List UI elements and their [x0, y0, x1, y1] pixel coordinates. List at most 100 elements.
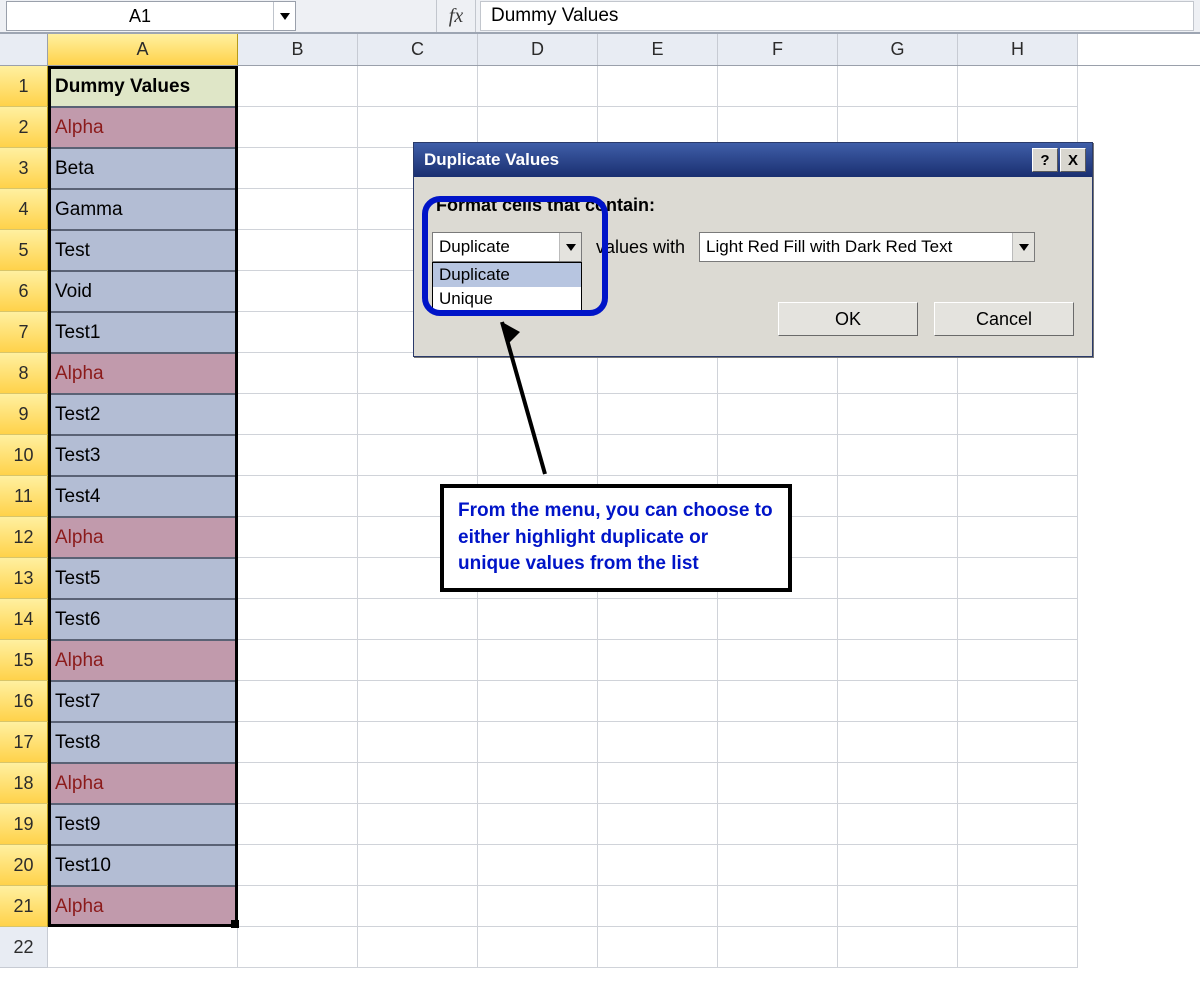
cell[interactable] [838, 763, 958, 804]
cell-A5[interactable]: Test [48, 230, 238, 271]
cell[interactable] [358, 886, 478, 927]
cell[interactable] [238, 763, 358, 804]
column-header-G[interactable]: G [838, 34, 958, 65]
cell[interactable] [358, 845, 478, 886]
cell[interactable] [238, 640, 358, 681]
cell[interactable] [958, 66, 1078, 107]
cell[interactable] [478, 681, 598, 722]
cell[interactable] [958, 927, 1078, 968]
cell[interactable] [958, 640, 1078, 681]
cell[interactable] [598, 804, 718, 845]
cell[interactable] [478, 599, 598, 640]
cell-A13[interactable]: Test5 [48, 558, 238, 599]
cell[interactable] [958, 804, 1078, 845]
cell[interactable] [958, 886, 1078, 927]
row-header[interactable]: 4 [0, 189, 48, 230]
cell[interactable] [958, 763, 1078, 804]
cell[interactable] [358, 353, 478, 394]
cell[interactable] [958, 599, 1078, 640]
chevron-down-icon[interactable] [1012, 233, 1034, 261]
cell[interactable] [718, 845, 838, 886]
type-option-duplicate[interactable]: Duplicate [433, 263, 581, 287]
type-option-unique[interactable]: Unique [433, 287, 581, 311]
formula-input[interactable]: Dummy Values [480, 1, 1194, 31]
row-header[interactable]: 11 [0, 476, 48, 517]
cell[interactable] [958, 394, 1078, 435]
cell-A11[interactable]: Test4 [48, 476, 238, 517]
cell[interactable] [838, 435, 958, 476]
cell[interactable] [238, 435, 358, 476]
row-header[interactable]: 14 [0, 599, 48, 640]
cell[interactable] [598, 927, 718, 968]
type-select-box[interactable]: Duplicate [432, 232, 582, 262]
cell[interactable] [718, 804, 838, 845]
column-header-E[interactable]: E [598, 34, 718, 65]
cell[interactable] [958, 517, 1078, 558]
cell-A9[interactable]: Test2 [48, 394, 238, 435]
dialog-close-button[interactable]: X [1060, 148, 1086, 172]
fx-label[interactable]: fx [436, 0, 476, 32]
cell-A2[interactable]: Alpha [48, 107, 238, 148]
cell[interactable] [478, 845, 598, 886]
cell-A20[interactable]: Test10 [48, 845, 238, 886]
cancel-button[interactable]: Cancel [934, 302, 1074, 336]
cell[interactable] [598, 886, 718, 927]
cell[interactable] [838, 722, 958, 763]
cell-A16[interactable]: Test7 [48, 681, 238, 722]
cell[interactable] [838, 394, 958, 435]
cell[interactable] [838, 558, 958, 599]
cell[interactable] [838, 517, 958, 558]
row-header[interactable]: 18 [0, 763, 48, 804]
cell[interactable] [598, 722, 718, 763]
cell[interactable] [478, 927, 598, 968]
cell[interactable] [838, 476, 958, 517]
row-header[interactable]: 10 [0, 435, 48, 476]
cell[interactable] [238, 148, 358, 189]
cell[interactable] [958, 722, 1078, 763]
cell[interactable] [358, 763, 478, 804]
cell[interactable] [838, 886, 958, 927]
cell[interactable] [718, 435, 838, 476]
cell[interactable] [838, 804, 958, 845]
cell[interactable] [958, 353, 1078, 394]
column-header-H[interactable]: H [958, 34, 1078, 65]
cell[interactable] [598, 640, 718, 681]
cell[interactable] [358, 640, 478, 681]
column-header-C[interactable]: C [358, 34, 478, 65]
cell[interactable] [958, 476, 1078, 517]
cell[interactable] [718, 599, 838, 640]
column-header-F[interactable]: F [718, 34, 838, 65]
cell[interactable] [358, 804, 478, 845]
cell[interactable] [598, 66, 718, 107]
cell-A3[interactable]: Beta [48, 148, 238, 189]
cell[interactable] [238, 722, 358, 763]
cell[interactable] [478, 804, 598, 845]
dialog-titlebar[interactable]: Duplicate Values ? X [414, 143, 1092, 177]
row-header[interactable]: 7 [0, 312, 48, 353]
cell[interactable] [478, 66, 598, 107]
row-header[interactable]: 22 [0, 927, 48, 968]
row-header[interactable]: 1 [0, 66, 48, 107]
cell[interactable] [478, 763, 598, 804]
row-header[interactable]: 9 [0, 394, 48, 435]
column-header-D[interactable]: D [478, 34, 598, 65]
format-select-box[interactable]: Light Red Fill with Dark Red Text [699, 232, 1035, 262]
cell[interactable] [598, 599, 718, 640]
cell[interactable] [838, 927, 958, 968]
cell[interactable] [598, 763, 718, 804]
cell[interactable] [838, 845, 958, 886]
cell-A1[interactable]: Dummy Values [48, 66, 238, 107]
cell[interactable] [958, 845, 1078, 886]
cell-A8[interactable]: Alpha [48, 353, 238, 394]
cell[interactable] [598, 353, 718, 394]
row-header[interactable]: 3 [0, 148, 48, 189]
name-box-dropdown-icon[interactable] [273, 2, 295, 30]
cell-A19[interactable]: Test9 [48, 804, 238, 845]
row-header[interactable]: 21 [0, 886, 48, 927]
cell[interactable] [718, 886, 838, 927]
cell-A14[interactable]: Test6 [48, 599, 238, 640]
cell[interactable] [838, 681, 958, 722]
row-header[interactable]: 13 [0, 558, 48, 599]
cell[interactable] [958, 681, 1078, 722]
cell[interactable] [718, 353, 838, 394]
